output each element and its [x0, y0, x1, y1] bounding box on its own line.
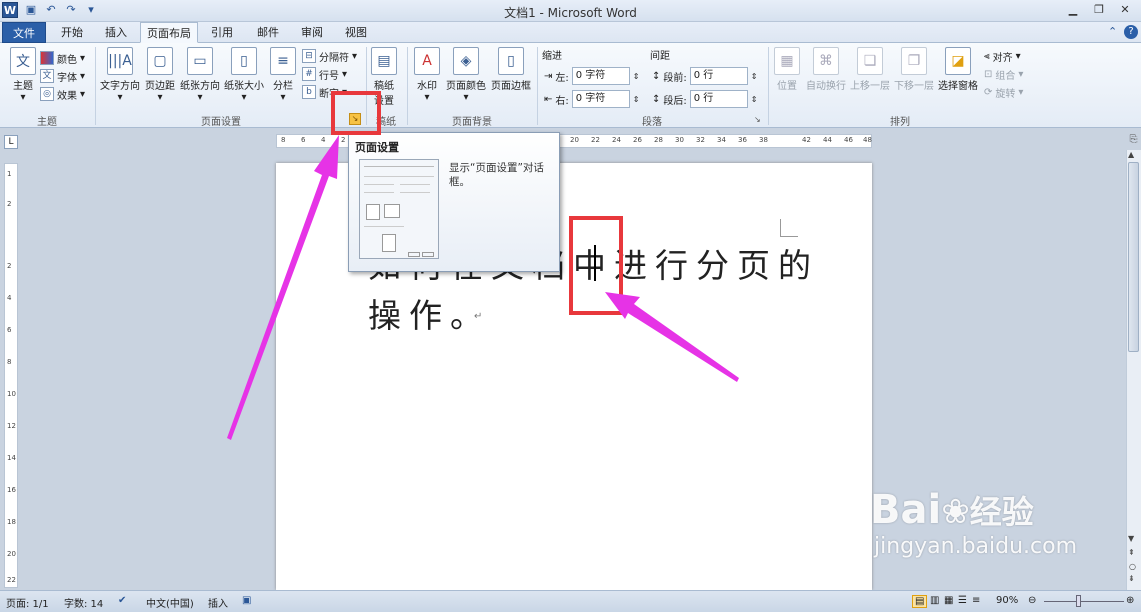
watermark-brand: Bai [870, 487, 942, 533]
baidu-jingyan-watermark: Bai❀经验 jingyan.baidu.com [870, 488, 1077, 560]
paw-icon: ❀ [941, 492, 970, 532]
annotation-arrow-icon [227, 135, 339, 440]
watermark-url: jingyan.baidu.com [874, 534, 1078, 559]
watermark-brand-suffix: 经验 [969, 493, 1034, 531]
annotation-arrow-icon [605, 292, 739, 382]
